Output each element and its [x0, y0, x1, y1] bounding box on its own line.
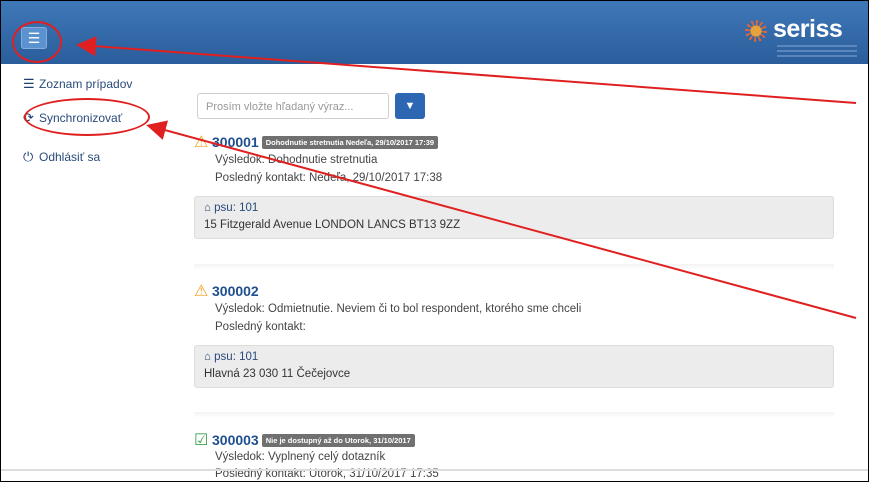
annotation-arrows — [76, 36, 857, 319]
arrow-to-menu — [76, 36, 857, 104]
arrow-to-sync — [146, 120, 857, 319]
